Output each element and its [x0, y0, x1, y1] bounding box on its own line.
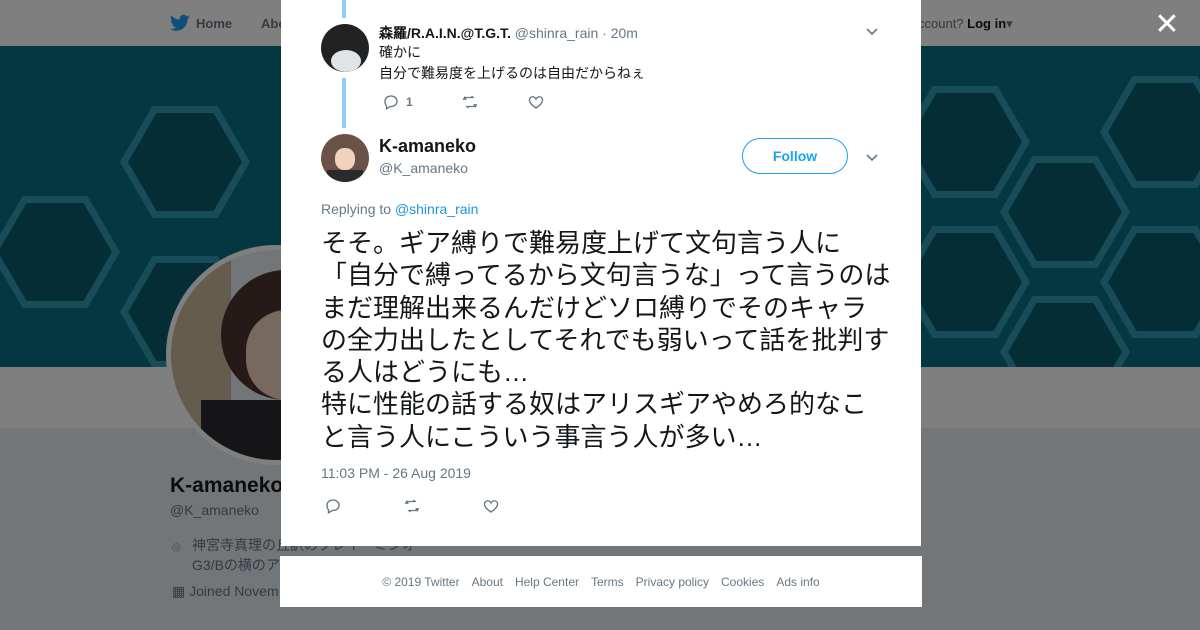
replying-to: Replying to @shinra_rain — [321, 201, 478, 217]
reply-retweet-button[interactable] — [461, 93, 479, 111]
reply-icon — [326, 499, 340, 514]
heart-icon — [483, 500, 499, 513]
reply-author-name[interactable]: 森羅/R.A.I.N.@T.G.T. — [379, 25, 511, 41]
reply-author-handle[interactable]: @shinra_rain — [515, 25, 598, 41]
reply-count: 1 — [406, 95, 413, 109]
tweet-reply-button[interactable] — [324, 497, 342, 515]
chevron-down-icon[interactable] — [866, 151, 878, 163]
footer-help-link[interactable]: Help Center — [515, 575, 579, 589]
reply-text-line2: 自分で難易度を上げるのは自由だからねぇ — [379, 65, 645, 81]
reply-time[interactable]: · 20m — [602, 25, 638, 41]
close-icon[interactable]: ✕ — [1152, 10, 1182, 40]
reply-reply-button[interactable]: 1 — [382, 93, 413, 111]
retweet-icon — [404, 499, 420, 513]
footer-copyright: © 2019 Twitter — [382, 574, 460, 589]
tweet-timestamp[interactable]: 11:03 PM - 26 Aug 2019 — [321, 465, 471, 481]
tweet-author-name[interactable]: K-amaneko — [379, 136, 476, 157]
reply-avatar[interactable] — [321, 24, 369, 72]
tweet-text: そそ。ギア縛りで難易度上げて文句言う人に「自分で縛ってるから文句言うな」って言う… — [321, 227, 891, 453]
footer-ads-link[interactable]: Ads info — [776, 575, 819, 589]
reply-text: 確かに 自分で難易度を上げるのは自由だからねぇ — [379, 42, 645, 84]
reply-actions: 1 — [382, 93, 593, 111]
replying-prefix: Replying to — [321, 201, 392, 217]
chevron-down-icon[interactable] — [866, 25, 878, 37]
footer-terms-link[interactable]: Terms — [591, 575, 624, 589]
tweet-author-avatar[interactable] — [321, 134, 369, 182]
retweet-icon — [462, 95, 477, 109]
tweet-text-body: そそ。ギア縛りで難易度上げて文句言う人に「自分で縛ってるから文句言うな」って言う… — [321, 228, 891, 452]
thread-line-bottom — [342, 78, 346, 128]
heart-icon — [528, 96, 543, 109]
reply-like-button[interactable] — [527, 93, 545, 111]
reply-icon — [384, 95, 398, 110]
thread-line-top — [342, 0, 346, 18]
tweet-like-button[interactable] — [482, 497, 500, 515]
tweet-author-handle[interactable]: @K_amaneko — [379, 160, 468, 176]
modal-footer: © 2019 Twitter About Help Center Terms P… — [280, 556, 922, 607]
footer-cookies-link[interactable]: Cookies — [721, 575, 764, 589]
tweet-modal: 森羅/R.A.I.N.@T.G.T. @shinra_rain · 20m 確か… — [281, 0, 921, 546]
tweet-retweet-button[interactable] — [403, 497, 421, 515]
reply-header: 森羅/R.A.I.N.@T.G.T. @shinra_rain · 20m — [379, 23, 638, 43]
footer-about-link[interactable]: About — [472, 575, 503, 589]
reply-text-line1: 確かに — [379, 44, 421, 60]
follow-button[interactable]: Follow — [742, 138, 848, 174]
replying-to-link[interactable]: @shinra_rain — [395, 201, 478, 217]
footer-privacy-link[interactable]: Privacy policy — [636, 575, 709, 589]
tweet-actions — [324, 497, 548, 515]
